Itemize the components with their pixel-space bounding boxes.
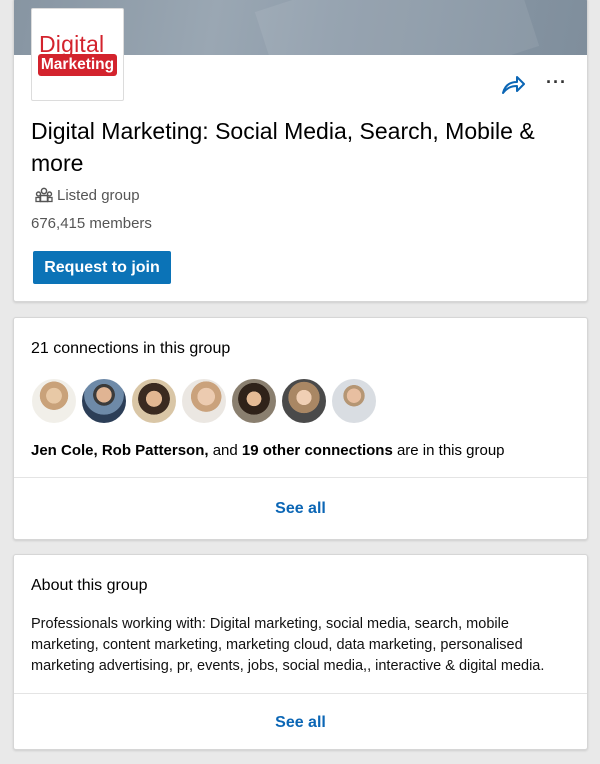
group-header-card: Digital Marketing ··· Digital Marketing:… bbox=[13, 0, 588, 302]
group-logo[interactable]: Digital Marketing bbox=[31, 8, 124, 101]
visibility-label: Listed group bbox=[57, 186, 140, 204]
member-count: 676,415 members bbox=[31, 215, 152, 232]
divider bbox=[14, 477, 587, 478]
share-arrow-icon bbox=[502, 76, 525, 94]
avatar[interactable] bbox=[131, 378, 177, 424]
avatar[interactable] bbox=[331, 378, 377, 424]
avatar[interactable] bbox=[181, 378, 227, 424]
request-to-join-button[interactable]: Request to join bbox=[33, 251, 171, 284]
group-title: Digital Marketing: Social Media, Search,… bbox=[31, 118, 535, 176]
more-options-button[interactable]: ··· bbox=[546, 73, 570, 91]
avatar[interactable] bbox=[231, 378, 277, 424]
connections-card: 21 connections in this group Jen Cole, R… bbox=[13, 317, 588, 540]
named-connections[interactable]: Jen Cole, Rob Patterson, bbox=[31, 442, 209, 459]
about-card: About this group Professionals working w… bbox=[13, 554, 588, 750]
and-text: and bbox=[208, 442, 242, 459]
group-people-icon bbox=[35, 187, 53, 203]
other-connections-link[interactable]: 19 other connections bbox=[242, 442, 393, 459]
share-button[interactable] bbox=[499, 73, 527, 99]
see-all-about-button[interactable]: See all bbox=[14, 714, 587, 732]
connections-suffix: are in this group bbox=[392, 442, 505, 459]
see-all-connections-button[interactable]: See all bbox=[14, 500, 587, 518]
connections-summary: Jen Cole, Rob Patterson, and 19 other co… bbox=[31, 442, 505, 459]
avatar[interactable] bbox=[281, 378, 327, 424]
about-title: About this group bbox=[31, 577, 148, 594]
logo-text-marketing: Marketing bbox=[38, 54, 117, 76]
avatar[interactable] bbox=[81, 378, 127, 424]
connections-title: 21 connections in this group bbox=[31, 340, 231, 357]
group-visibility: Listed group bbox=[35, 185, 140, 205]
divider bbox=[14, 693, 587, 694]
more-dots-icon: ··· bbox=[546, 72, 567, 92]
about-description: Professionals working with: Digital mark… bbox=[31, 616, 545, 674]
avatar[interactable] bbox=[31, 378, 77, 424]
